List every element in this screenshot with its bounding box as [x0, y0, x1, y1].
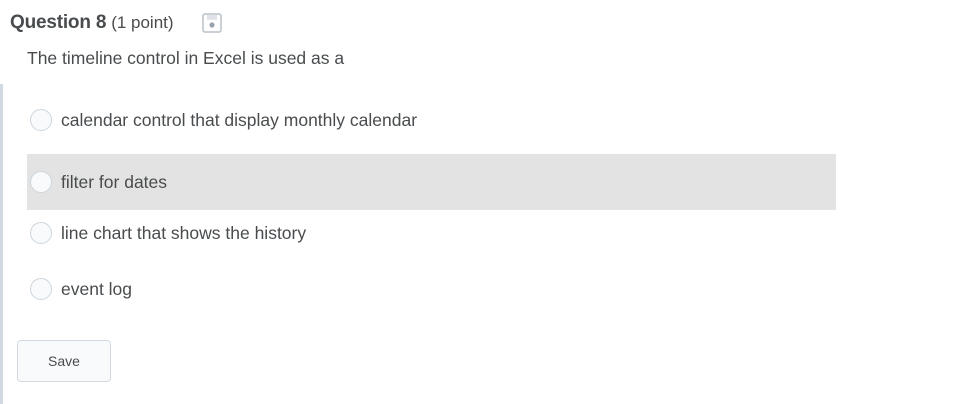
question-text: The timeline control in Excel is used as… [27, 48, 345, 68]
radio-button[interactable] [30, 222, 52, 244]
left-accent-rule [0, 84, 3, 404]
answer-option-4[interactable]: event log [27, 261, 836, 317]
radio-button[interactable] [30, 171, 52, 193]
answer-option-label: line chart that shows the history [61, 222, 307, 243]
answer-option-3[interactable]: line chart that shows the history [27, 205, 836, 261]
quiz-question-page: Question 8 (1 point) The timeline contro… [0, 0, 960, 404]
question-header: Question 8 (1 point) [10, 10, 223, 36]
save-button[interactable]: Save [17, 340, 111, 382]
answer-option-label: filter for dates [61, 171, 168, 192]
radio-button[interactable] [30, 278, 52, 300]
answer-option-label: event log [61, 278, 133, 299]
question-points: (1 point) [111, 13, 174, 32]
radio-button[interactable] [30, 109, 52, 131]
answer-option-1[interactable]: calendar control that display monthly ca… [27, 92, 836, 148]
answer-option-2[interactable]: filter for dates [27, 154, 836, 210]
answer-option-label: calendar control that display monthly ca… [61, 109, 418, 130]
floppy-disk-icon [201, 13, 223, 33]
question-number: Question 8 [10, 12, 107, 33]
